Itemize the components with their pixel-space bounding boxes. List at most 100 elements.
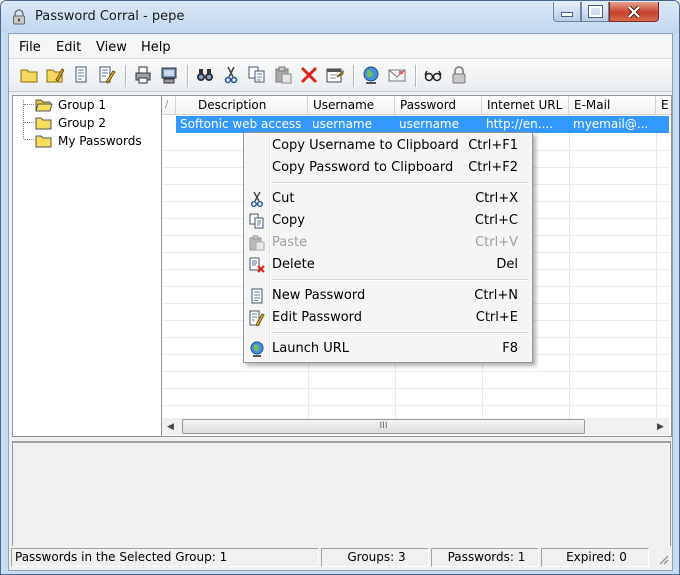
menu-item-shortcut: Ctrl+X [475, 191, 518, 206]
menu-view[interactable]: View [96, 40, 127, 55]
close-button[interactable] [609, 2, 659, 22]
paste-icon[interactable] [274, 66, 292, 84]
menu-edit[interactable]: Edit [56, 40, 81, 55]
tree-item-label: Group 2 [58, 116, 106, 130]
column-header-extra[interactable]: E [656, 96, 671, 115]
find-icon[interactable] [196, 66, 214, 84]
print-icon[interactable] [134, 66, 152, 84]
grid-line [569, 115, 570, 418]
details-panel [12, 441, 671, 547]
app-window: Password Corral - pepe File Edit View He… [0, 0, 680, 575]
folder-icon [35, 117, 52, 130]
context-menu: Copy Username to Clipboard Ctrl+F1 Copy … [243, 132, 533, 363]
open-folder-icon [35, 99, 53, 112]
menu-item-shortcut: Ctrl+V [475, 235, 518, 250]
scissors-icon [251, 191, 263, 207]
grid-line [162, 371, 669, 372]
new-group-icon[interactable] [20, 66, 38, 84]
tree-item-my-passwords[interactable]: My Passwords [35, 133, 142, 149]
menu-item-shortcut: Ctrl+N [474, 288, 518, 303]
minimize-icon [561, 12, 573, 17]
menu-item-copy[interactable]: Copy Ctrl+C [246, 210, 530, 232]
column-header-description[interactable]: Description [176, 96, 308, 115]
delete-icon[interactable] [300, 66, 318, 84]
menu-item-shortcut: Del [496, 257, 518, 272]
status-expired: Expired: 0 [541, 548, 649, 567]
resize-grip-icon[interactable] [657, 553, 669, 565]
menu-item-new-password[interactable]: New Password Ctrl+N [246, 285, 530, 307]
cell-email: myemail@... [573, 117, 649, 131]
menu-item-shortcut: Ctrl+C [474, 213, 518, 228]
tree-connector [24, 122, 34, 123]
horizontal-scrollbar[interactable]: ◀ III ▶ [162, 418, 669, 435]
cut-icon[interactable] [222, 66, 240, 84]
toolbar [9, 59, 672, 92]
tree-item-group-2[interactable]: Group 2 [35, 115, 106, 131]
column-header-internet-url[interactable]: Internet URL [482, 96, 569, 115]
column-header-email[interactable]: E-Mail [569, 96, 656, 115]
title-bar[interactable]: Password Corral - pepe [1, 1, 679, 33]
menu-item-shortcut: Ctrl+F2 [468, 160, 518, 175]
scroll-thumb[interactable]: III [182, 419, 585, 434]
menu-item-label: Cut [272, 191, 295, 206]
properties-icon[interactable] [326, 66, 344, 84]
edit-password-icon[interactable] [98, 66, 116, 84]
menu-item-copy-password[interactable]: Copy Password to Clipboard Ctrl+F2 [246, 157, 530, 179]
edit-group-icon[interactable] [46, 66, 64, 84]
globe-icon[interactable] [362, 66, 380, 84]
minimize-button[interactable] [553, 2, 581, 22]
menu-item-edit-password[interactable]: Edit Password Ctrl+E [246, 307, 530, 329]
menu-file[interactable]: File [19, 40, 41, 55]
menu-item-label: Copy Username to Clipboard [272, 138, 459, 153]
folder-icon [35, 135, 52, 148]
lock-icon[interactable] [450, 66, 468, 84]
status-bar: Passwords in the Selected Group: 1 Group… [9, 546, 672, 568]
tree-item-label: My Passwords [58, 134, 142, 148]
toolbar-separator [125, 65, 127, 87]
column-header-username[interactable]: Username [308, 96, 395, 115]
menu-item-shortcut: F8 [502, 341, 518, 356]
group-tree[interactable]: Group 1 Group 2 My Passwords [12, 95, 162, 437]
menu-item-copy-username[interactable]: Copy Username to Clipboard Ctrl+F1 [246, 135, 530, 157]
menu-help[interactable]: Help [141, 40, 171, 55]
column-header-sort[interactable]: / [162, 96, 176, 115]
menu-item-label: Copy Password to Clipboard [272, 160, 454, 175]
window-title: Password Corral - pepe [35, 9, 185, 24]
menu-item-launch-url[interactable]: Launch URL F8 [246, 338, 530, 360]
view-password-icon[interactable] [424, 66, 442, 84]
menu-item-shortcut: Ctrl+E [475, 310, 518, 325]
copy-icon[interactable] [248, 66, 266, 84]
menu-separator [272, 332, 528, 334]
maximize-icon [587, 5, 603, 18]
toolbar-separator [187, 65, 189, 87]
menu-item-cut[interactable]: Cut Ctrl+X [246, 188, 530, 210]
scroll-right-icon[interactable]: ▶ [652, 418, 669, 435]
menu-item-label: Launch URL [272, 341, 349, 356]
grid-line [656, 115, 657, 418]
menu-item-paste[interactable]: Paste Ctrl+V [246, 232, 530, 254]
toolbar-separator [415, 65, 417, 87]
tree-item-group-1[interactable]: Group 1 [35, 97, 106, 113]
menu-item-delete[interactable]: Delete Del [246, 254, 530, 276]
globe-icon [250, 341, 264, 357]
scroll-left-icon[interactable]: ◀ [162, 418, 179, 435]
print-preview-icon[interactable] [160, 66, 178, 84]
menu-item-label: Edit Password [272, 310, 363, 325]
column-header-password[interactable]: Password [395, 96, 482, 115]
menu-item-label: Delete [272, 257, 315, 272]
menu-separator [272, 279, 528, 281]
grid-line [162, 388, 669, 389]
tree-connector [23, 100, 24, 139]
new-password-icon[interactable] [72, 66, 90, 84]
email-icon[interactable] [388, 66, 406, 84]
tree-connector [24, 104, 34, 105]
maximize-button[interactable] [581, 2, 609, 22]
cell-username: username [312, 117, 372, 131]
cell-description: Softonic web access [180, 117, 302, 131]
grid-line [162, 405, 669, 406]
toolbar-separator [353, 65, 355, 87]
edit-password-icon [249, 310, 265, 326]
menu-separator [272, 182, 528, 184]
menu-bar: File Edit View Help [9, 36, 672, 59]
tree-connector [24, 139, 34, 140]
